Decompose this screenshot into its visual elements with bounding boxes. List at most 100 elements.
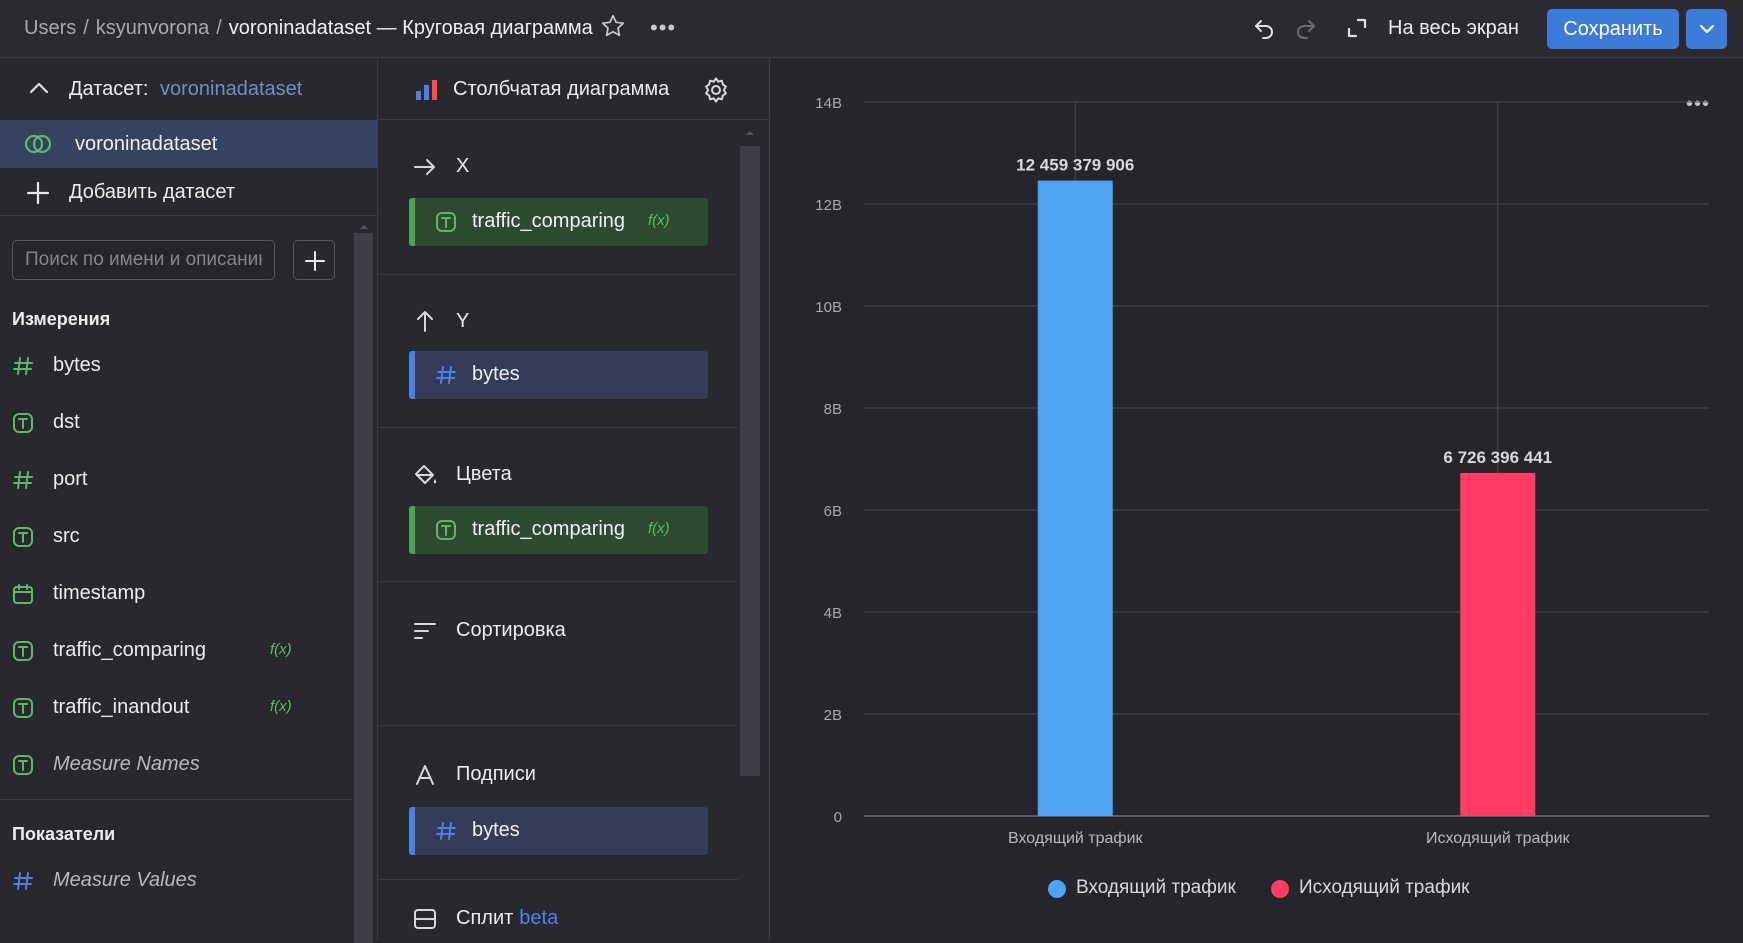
field-item[interactable]: Measure Values [0,861,352,901]
field-name: traffic_comparing [53,639,207,661]
y-tick-label: 4B [824,605,842,622]
section-labels: Подписи bytes [378,726,738,880]
add-dataset-label: Добавить датасет [69,181,235,203]
viz-type-label: Столбчатая диаграмма [453,78,670,100]
dataset-header[interactable]: Датасет: voroninadataset [0,58,378,120]
text-icon [13,641,33,661]
text-icon [13,755,33,775]
scroll-up-icon[interactable] [359,224,369,230]
chevron-down-icon [1699,24,1715,34]
legend-dot-icon [1271,880,1289,898]
add-dataset-button[interactable]: Добавить датасет [0,168,378,216]
field-item[interactable]: traffic_comparing f(x) [0,631,352,671]
scrollbar[interactable] [354,233,373,943]
field-name: port [53,468,88,490]
plus-icon [305,251,325,271]
letter-a-icon [416,765,434,785]
dataset-item-label: voroninadataset [75,133,218,155]
dataset-item-voroninadataset[interactable]: voroninadataset [0,120,378,168]
y-field-chip[interactable]: bytes [409,351,708,399]
text-icon [436,520,456,540]
number-icon [436,822,456,840]
field-name: traffic_inandout [53,696,190,718]
undo-icon[interactable] [1252,16,1276,40]
y-tick-label: 12B [815,197,842,214]
gear-icon[interactable] [702,76,730,104]
y-tick-label: 2B [824,707,842,724]
formula-icon: f(x) [648,212,670,229]
number-icon [13,471,33,489]
visualization-panel: Столбчатая диаграмма X traffic_comparing… [378,58,770,941]
field-item[interactable]: timestamp [0,574,352,614]
scrollbar[interactable] [740,146,760,776]
data-label: 12 459 379 906 [1016,156,1134,175]
redo-icon[interactable] [1294,16,1318,40]
arrow-up-icon [417,311,433,332]
field-name: Measure Names [53,753,200,775]
arrow-right-icon [414,159,435,175]
labels-field-chip[interactable]: bytes [409,807,708,855]
section-x-title: X [456,155,470,177]
split-icon [414,909,436,929]
section-labels-title: Подписи [456,763,536,785]
breadcrumb-item-users[interactable]: Users [24,17,76,39]
split-title: Сплит [456,907,514,929]
field-item[interactable]: traffic_inandout f(x) [0,688,352,728]
field-name: bytes [53,354,101,376]
chart-bar [1460,472,1536,816]
dataset-name-link[interactable]: voroninadataset [160,78,302,101]
y-tick-label: 6B [824,503,842,520]
x-tick-label: Исходящий трафик [1426,830,1571,847]
fullscreen-icon[interactable] [1345,16,1369,40]
y-tick-label: 0 [834,809,842,826]
section-sort: Сортировка [378,582,738,726]
dimensions-title: Измерения [12,309,111,329]
section-y-title: Y [456,310,470,332]
y-tick-label: 14B [815,95,842,112]
field-item[interactable]: Measure Names [0,745,352,785]
top-header: Users / ksyunvorona / voroninadataset — Круг… [0,0,1743,58]
save-button[interactable]: Сохранить [1547,9,1679,49]
legend-dot-icon [1048,880,1066,898]
legend-label: Исходящий трафик [1299,877,1470,898]
viz-type-selector[interactable]: Столбчатая диаграмма [378,58,770,120]
breadcrumb-item-user[interactable]: ksyunvorona [96,17,209,39]
sort-icon [414,623,436,639]
field-item[interactable]: port [0,460,352,500]
section-colors: Цвета traffic_comparing f(x) [378,428,738,582]
field-name: timestamp [53,582,146,604]
field-item[interactable]: bytes [0,346,352,386]
field-name: Measure Values [53,869,197,891]
field-item[interactable]: src [0,517,352,557]
section-x: X traffic_comparing f(x) [378,120,738,275]
field-name: src [53,525,80,547]
save-options-button[interactable] [1686,9,1727,49]
field-item[interactable]: dst [0,403,352,443]
field-search-input[interactable] [12,240,275,280]
chart-bar [1037,180,1113,816]
y-tick-label: 10B [815,299,842,316]
section-split: Сплит beta [378,880,738,941]
chevron-up-icon[interactable] [28,80,50,94]
add-field-button[interactable] [293,240,335,280]
data-label: 6 726 396 441 [1443,448,1552,467]
chart-area: ••• 0 2B 4B 6B 8B 10B 12B 14B 12 459 379 906 Вход… [771,58,1743,941]
chip-field-name: bytes [472,819,520,841]
measures-title: Показатели [12,824,116,844]
dataset-panel: Датасет: voroninadataset voroninadataset… [0,58,378,943]
dataset-rings-icon [24,134,52,154]
text-icon [13,698,33,718]
section-colors-title: Цвета [456,463,512,485]
scroll-up-icon[interactable] [745,130,755,136]
chip-field-name: bytes [472,363,520,385]
breadcrumb: Users / ksyunvorona / voroninadataset — Круг… [24,17,593,40]
breadcrumb-separator: / [83,17,89,39]
x-field-chip[interactable]: traffic_comparing f(x) [409,198,708,246]
more-menu-icon[interactable]: ••• [650,15,676,41]
formula-icon: f(x) [270,698,292,715]
number-icon [436,366,456,384]
breadcrumb-separator: / [216,17,222,39]
fullscreen-button[interactable]: На весь экран [1388,17,1519,40]
colors-field-chip[interactable]: traffic_comparing f(x) [409,506,708,554]
star-icon[interactable] [600,13,626,39]
